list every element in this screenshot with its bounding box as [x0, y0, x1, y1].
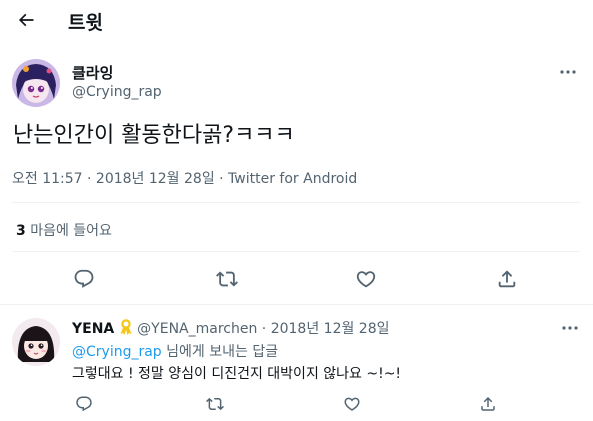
mention-link[interactable]: @Crying_rap — [72, 344, 162, 360]
retweet-icon — [206, 397, 224, 411]
arrow-left-icon — [18, 13, 34, 27]
author-name[interactable]: 클라잉 — [72, 62, 113, 83]
reply-more-options-button[interactable] — [560, 320, 580, 336]
separator-dot: · — [261, 321, 267, 337]
reply-avatar[interactable] — [12, 318, 60, 366]
reply-date[interactable]: 2018년 12월 28일 — [271, 321, 390, 337]
reply-header: YENA @YENA_marchen · 2018년 12월 28일 — [72, 318, 390, 338]
retweet-button[interactable] — [215, 267, 239, 291]
share-icon — [481, 396, 495, 411]
reply-icon — [76, 396, 92, 412]
share-button[interactable] — [495, 267, 519, 291]
page-title: 트윗 — [68, 12, 103, 34]
reply-button[interactable] — [72, 267, 96, 291]
more-icon — [562, 326, 578, 330]
likes-count: 3 — [16, 223, 26, 239]
divider — [12, 202, 580, 203]
heart-icon — [356, 271, 376, 288]
reply-author-name[interactable]: YENA — [72, 321, 114, 337]
more-icon — [560, 70, 576, 74]
divider — [0, 304, 593, 305]
ribbon-icon — [120, 319, 132, 335]
reply-like-button[interactable] — [340, 392, 364, 416]
replying-to: @Crying_rap 님에게 보내는 답글 — [72, 341, 278, 361]
reply-share-button[interactable] — [476, 392, 500, 416]
more-options-button[interactable] — [556, 64, 580, 80]
author-handle[interactable]: @Crying_rap — [72, 84, 162, 100]
share-icon — [498, 270, 516, 288]
tweet-meta[interactable]: 오전 11:57 · 2018년 12월 28일 · Twitter for A… — [12, 168, 357, 188]
reply-reply-button[interactable] — [72, 392, 96, 416]
likes-label: 마음에 들어요 — [30, 223, 112, 239]
like-button[interactable] — [354, 267, 378, 291]
divider — [12, 251, 580, 252]
reply-author-handle[interactable]: @YENA_marchen — [137, 321, 257, 337]
reply-retweet-button[interactable] — [203, 392, 227, 416]
tweet-text: 난는인간이 활동한다곩?ㅋㅋㅋ — [13, 123, 295, 148]
author-avatar[interactable] — [12, 59, 60, 107]
likes-summary[interactable]: 3 마음에 들어요 — [16, 220, 112, 240]
header: 트윗 — [0, 0, 593, 40]
reply-text: 그렇대요 ! 정말 양심이 디진건지 대박이지 않나요 ~!~! — [72, 366, 402, 382]
heart-icon — [344, 397, 360, 411]
back-button[interactable] — [12, 6, 40, 34]
replying-suffix: 님에게 보내는 답글 — [161, 344, 279, 360]
retweet-icon — [216, 271, 238, 287]
reply-icon — [74, 269, 94, 288]
